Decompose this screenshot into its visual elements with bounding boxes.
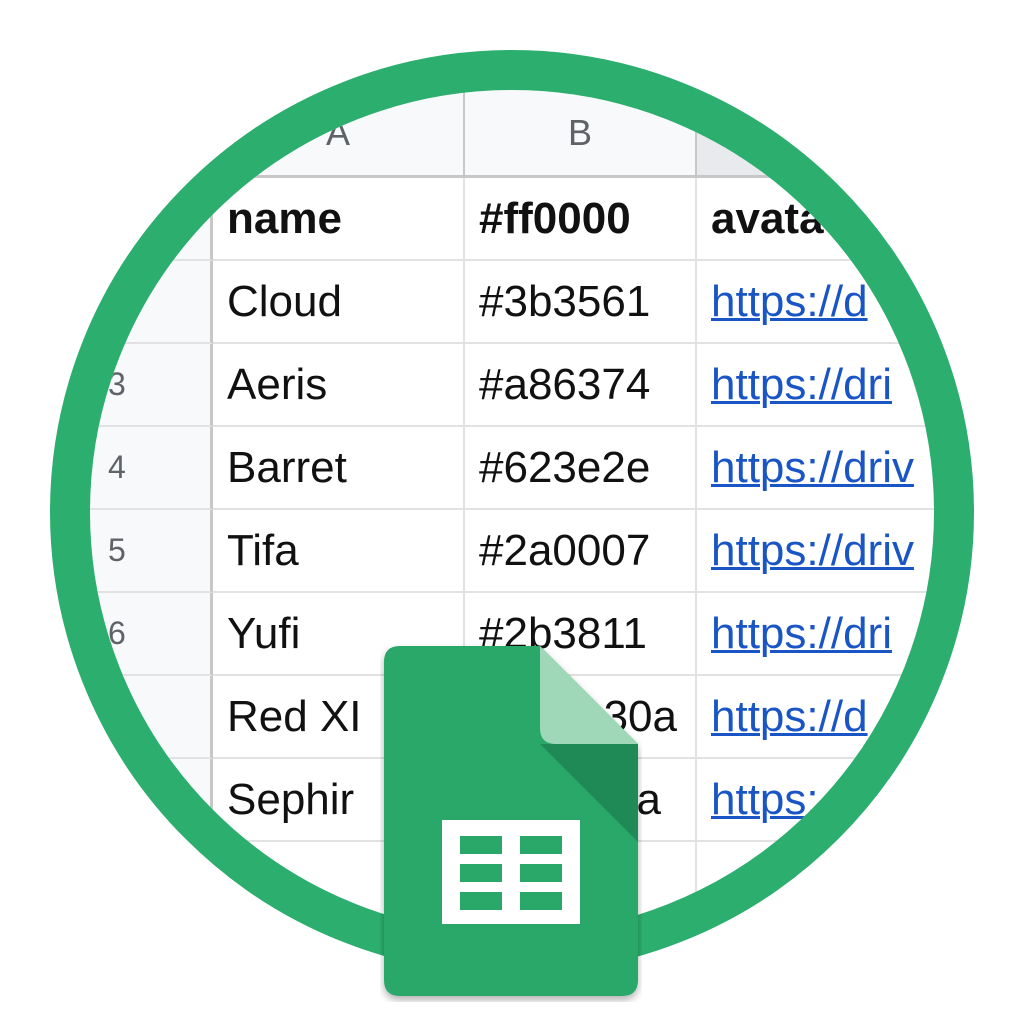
cell-avatar-link[interactable]: https://dri bbox=[697, 593, 934, 676]
cell-color-header: #ff0000 bbox=[465, 178, 697, 261]
row-header: 5 bbox=[90, 510, 213, 593]
cell-color: #2a0007 bbox=[465, 510, 697, 593]
cell-avatar-header: avata bbox=[697, 178, 934, 261]
cell-avatar-link[interactable]: https://d bbox=[697, 261, 934, 344]
row-header: 3 bbox=[90, 344, 213, 427]
cell-avatar-link[interactable]: https://driv bbox=[697, 427, 934, 510]
cell-color: #a86374 bbox=[465, 344, 697, 427]
app-icon: A B name #ff0000 avata Cloud #3b3561 htt… bbox=[0, 0, 1024, 1024]
row-header: 6 bbox=[90, 593, 213, 676]
column-header-a: A bbox=[213, 90, 465, 178]
cell-avatar-link[interactable]: https://dri bbox=[697, 344, 934, 427]
cell-empty bbox=[697, 842, 934, 925]
cell-avatar-link[interactable]: https://d bbox=[697, 676, 934, 759]
row-header: 4 bbox=[90, 427, 213, 510]
row-header bbox=[90, 178, 213, 261]
cell-name: Cloud bbox=[213, 261, 465, 344]
column-header-c bbox=[697, 90, 934, 178]
row-header bbox=[90, 759, 213, 842]
cell-name: Aeris bbox=[213, 344, 465, 427]
row-header bbox=[90, 842, 213, 925]
google-sheets-icon bbox=[384, 646, 638, 996]
cell-name: Tifa bbox=[213, 510, 465, 593]
cell-color: #623e2e bbox=[465, 427, 697, 510]
cell-avatar-link[interactable]: https://driv bbox=[697, 510, 934, 593]
cell-avatar-link[interactable]: https: bbox=[697, 759, 934, 842]
row-header bbox=[90, 676, 213, 759]
cell-name-header: name bbox=[213, 178, 465, 261]
row-header bbox=[90, 261, 213, 344]
cell-name: Barret bbox=[213, 427, 465, 510]
corner-header bbox=[90, 90, 213, 178]
cell-color: #3b3561 bbox=[465, 261, 697, 344]
column-header-b: B bbox=[465, 90, 697, 178]
